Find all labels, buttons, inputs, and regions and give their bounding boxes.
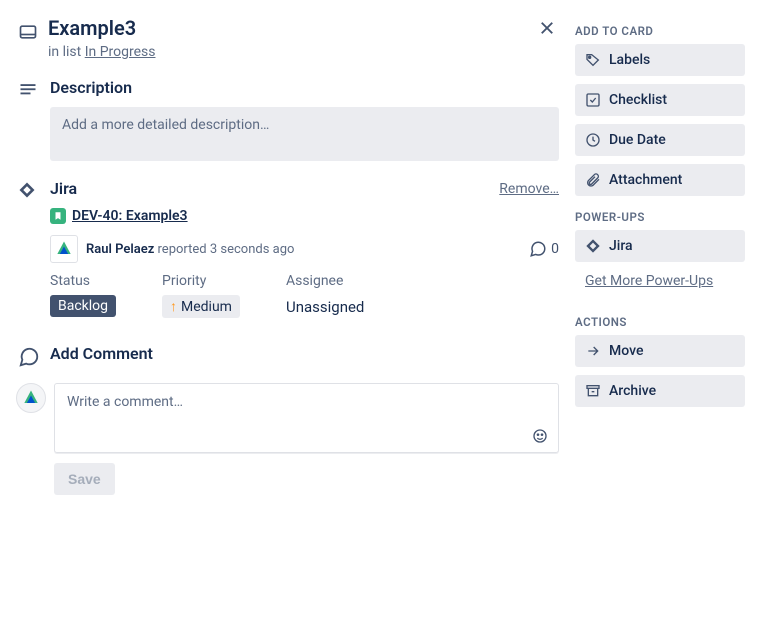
actions-heading: Actions bbox=[575, 315, 745, 329]
move-button[interactable]: Move bbox=[575, 335, 745, 367]
due-date-button[interactable]: Due Date bbox=[575, 124, 745, 156]
status-label: Status bbox=[50, 273, 116, 289]
label-icon bbox=[585, 52, 601, 68]
jira-powerup-icon bbox=[585, 238, 601, 254]
card-title[interactable]: Example3 bbox=[48, 16, 535, 40]
comment-icon bbox=[529, 240, 547, 258]
user-avatar bbox=[16, 383, 46, 413]
description-section: Description Add a more detailed descript… bbox=[18, 78, 559, 161]
archive-button[interactable]: Archive bbox=[575, 375, 745, 407]
attachment-button[interactable]: Attachment bbox=[575, 164, 745, 196]
sidebar: Add to card Labels Checklist Due Date At… bbox=[575, 16, 745, 495]
assignee-label: Assignee bbox=[286, 273, 364, 289]
description-input[interactable]: Add a more detailed description… bbox=[50, 107, 559, 161]
priority-label: Priority bbox=[162, 273, 240, 289]
comment-section: Add Comment bbox=[18, 344, 559, 373]
jira-issue-key[interactable]: DEV-40: Example3 bbox=[72, 208, 188, 224]
comment-heading: Add Comment bbox=[50, 344, 559, 363]
story-icon bbox=[50, 208, 66, 224]
attachment-icon bbox=[585, 172, 601, 188]
arrow-right-icon bbox=[585, 343, 601, 359]
card-icon bbox=[18, 16, 48, 42]
assignee-value[interactable]: Unassigned bbox=[286, 295, 364, 316]
jira-issue-link[interactable]: DEV-40: Example3 bbox=[50, 208, 188, 224]
checklist-button[interactable]: Checklist bbox=[575, 84, 745, 116]
jira-comment-count[interactable]: 0 bbox=[529, 240, 559, 258]
powerups-heading: Power-Ups bbox=[575, 210, 745, 224]
add-to-card-heading: Add to card bbox=[575, 24, 745, 38]
description-heading: Description bbox=[50, 78, 559, 97]
reporter-text: Raul Pelaez reported 3 seconds ago bbox=[86, 242, 294, 257]
save-button[interactable]: Save bbox=[54, 463, 115, 495]
priority-badge[interactable]: ↑Medium bbox=[162, 295, 240, 318]
comment-section-icon bbox=[18, 344, 50, 373]
labels-button[interactable]: Labels bbox=[575, 44, 745, 76]
priority-arrow-icon: ↑ bbox=[170, 298, 177, 315]
list-location: in list In Progress bbox=[48, 44, 535, 60]
jira-heading: Jira bbox=[50, 179, 499, 198]
emoji-icon[interactable] bbox=[532, 428, 548, 444]
checklist-icon bbox=[585, 92, 601, 108]
close-button[interactable] bbox=[535, 16, 559, 40]
jira-powerup-button[interactable]: Jira bbox=[575, 230, 745, 262]
card-header: Example3 in list In Progress bbox=[18, 16, 559, 60]
jira-section: Jira Remove… DEV-40: Example3 Raul Pelae… bbox=[18, 179, 559, 318]
description-icon bbox=[18, 78, 50, 161]
clock-icon bbox=[585, 132, 601, 148]
reporter-avatar bbox=[50, 235, 78, 263]
archive-icon bbox=[585, 383, 601, 399]
status-badge[interactable]: Backlog bbox=[50, 295, 116, 317]
jira-remove-link[interactable]: Remove… bbox=[499, 181, 559, 197]
list-link[interactable]: In Progress bbox=[85, 44, 156, 60]
get-more-powerups-link[interactable]: Get More Power-Ups bbox=[585, 273, 713, 289]
jira-icon bbox=[18, 179, 50, 318]
close-icon bbox=[538, 19, 556, 37]
comment-input[interactable]: Write a comment… bbox=[54, 383, 559, 453]
